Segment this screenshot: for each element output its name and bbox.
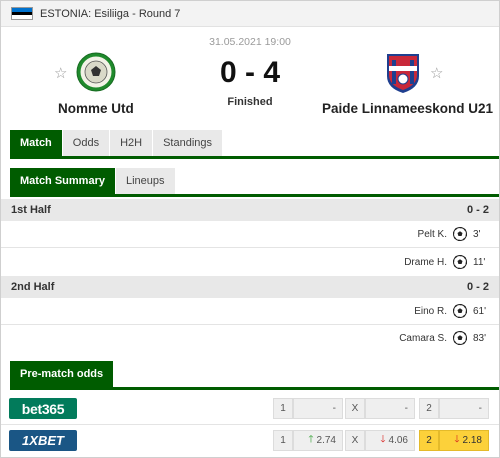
tab-odds[interactable]: Odds [62,130,110,156]
goal-scorer: Pelt K. [417,228,447,240]
odds-label-2: 2 [419,430,439,451]
odds-tabs: Pre-match odds [10,361,114,387]
soccer-ball-icon [453,331,467,345]
event-divider [1,247,499,248]
tabs-underline [10,156,499,159]
goal-event[interactable]: Camara S. 83' [399,331,488,345]
bookmaker-1xbet-logo[interactable]: 1XBET [9,430,77,451]
odds-value-x[interactable]: - [365,398,415,419]
odds-label-x: X [345,398,365,419]
nomme-utd-crest-icon[interactable] [76,52,116,92]
odds-value-2[interactable]: 🡓 2.18 [439,430,489,451]
paide-crest-icon[interactable] [385,52,421,94]
arrow-down-icon: 🡓 [380,434,386,445]
goal-event[interactable]: Eino R. 61' [414,304,488,318]
competition-title: ESTONIA: Esiliiga - Round 7 [40,7,181,20]
tab-match[interactable]: Match [10,130,62,156]
subtabs-underline [10,194,499,197]
odds-divider [1,424,499,425]
second-half-label: 2nd Half [11,281,55,293]
second-half-header: 2nd Half 0 - 2 [1,276,499,298]
goal-event[interactable]: Drame H. 11' [404,255,488,269]
odds-value-2[interactable]: - [439,398,489,419]
home-team-name[interactable]: Nomme Utd [58,101,134,116]
tab-match-summary[interactable]: Match Summary [10,168,115,194]
second-half-score: 0 - 2 [466,281,489,293]
soccer-ball-icon [453,227,467,241]
odds-label-1: 1 [273,430,293,451]
odds-value-x[interactable]: 🡓 4.06 [365,430,415,451]
first-half-header: 1st Half 0 - 2 [1,199,499,221]
pre-match-odds-title: Pre-match odds [10,361,114,387]
match-date: 31.05.2021 19:00 [209,36,291,48]
main-tabs: Match Odds H2H Standings [10,130,223,156]
soccer-ball-icon [453,304,467,318]
away-team-name[interactable]: Paide Linnameeskond U21 [322,101,493,116]
bookmaker-bet365-logo[interactable]: bet365 [9,398,77,419]
odds-label-2: 2 [419,398,439,419]
match-score: 0 - 4 [219,56,281,89]
event-divider [1,324,499,325]
odds-value-1[interactable]: - [293,398,343,419]
arrow-down-icon: 🡓 [454,434,460,445]
soccer-ball-icon [453,255,467,269]
goal-scorer: Eino R. [414,305,447,317]
goal-minute: 83' [473,332,487,344]
goal-minute: 3' [473,228,481,240]
odds-underline [10,387,499,390]
competition-bar[interactable]: ESTONIA: Esiliiga - Round 7 [1,1,499,27]
tab-standings[interactable]: Standings [153,130,223,156]
estonia-flag-icon [11,7,33,20]
goal-scorer: Drame H. [404,256,447,268]
favorite-home-star-icon[interactable]: ☆ [54,64,67,82]
first-half-label: 1st Half [11,204,51,216]
odds-label-1: 1 [273,398,293,419]
tab-h2h[interactable]: H2H [110,130,153,156]
sub-tabs: Match Summary Lineups [10,168,176,194]
goal-scorer: Camara S. [399,332,447,344]
odds-value-1[interactable]: 🡑 2.74 [293,430,343,451]
odds-label-x: X [345,430,365,451]
arrow-up-icon: 🡑 [308,434,314,445]
tab-lineups[interactable]: Lineups [115,168,175,194]
goal-event[interactable]: Pelt K. 3' [418,227,488,241]
goal-minute: 11' [473,256,486,268]
first-half-score: 0 - 2 [466,204,489,216]
favorite-away-star-icon[interactable]: ☆ [430,64,443,82]
goal-minute: 61' [473,305,487,317]
